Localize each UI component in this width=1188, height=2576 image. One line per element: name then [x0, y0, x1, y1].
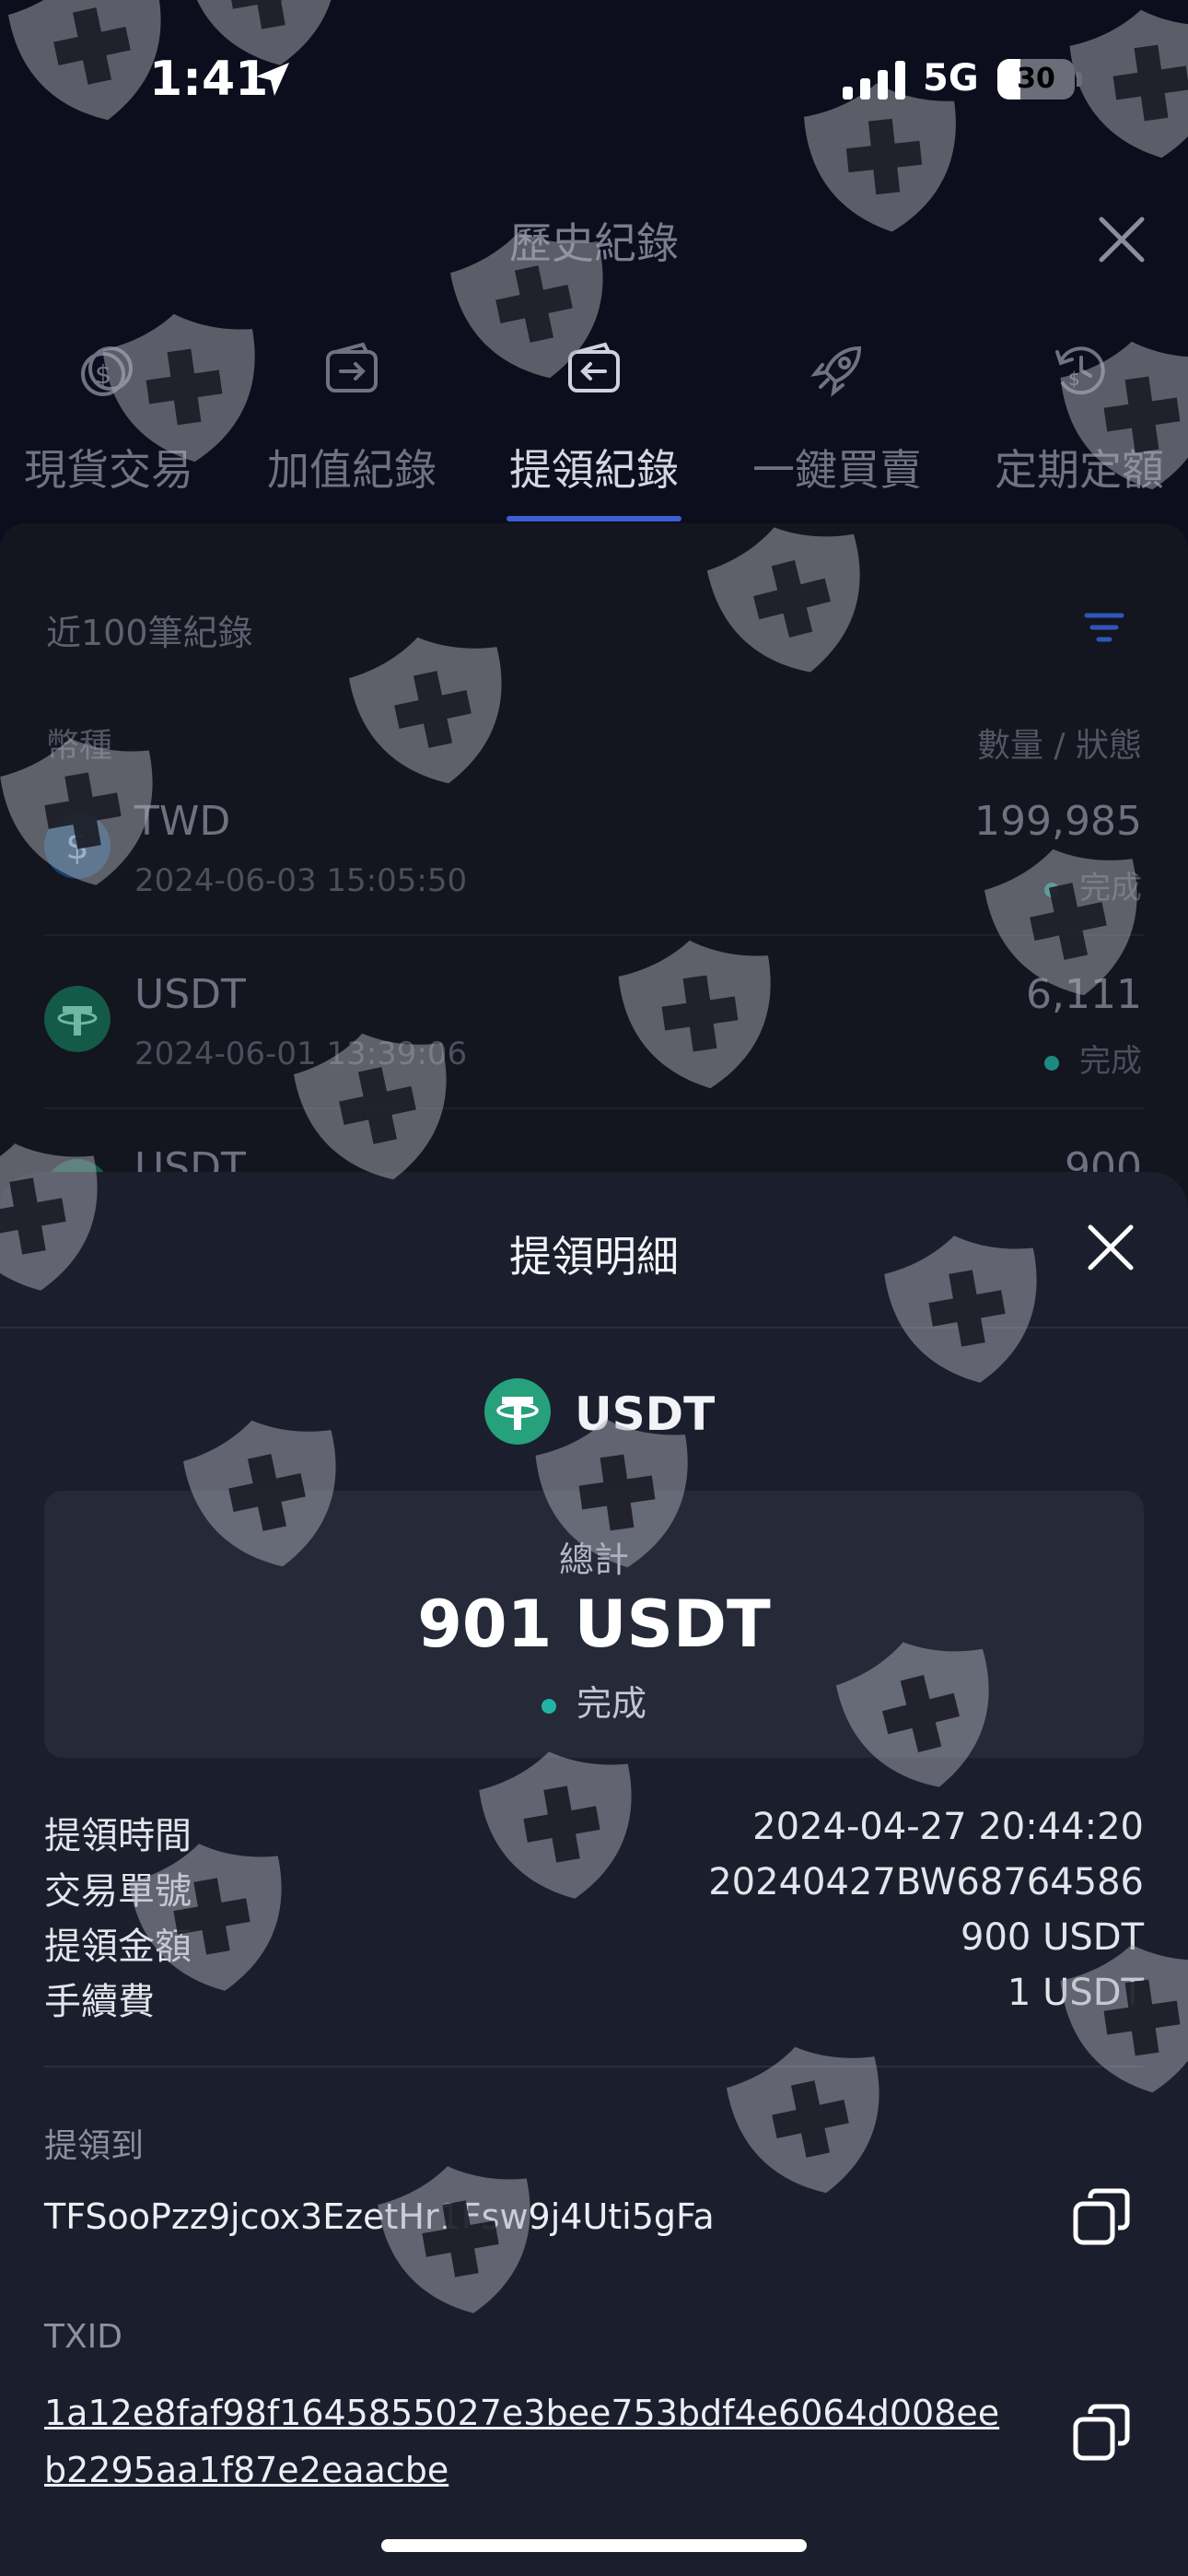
detail-row-fee: 手續費 1 USDT: [44, 1972, 1144, 2023]
record-amount: 6,111: [1026, 971, 1142, 1018]
coin-header: USDT: [0, 1375, 1188, 1448]
filter-icon[interactable]: [1083, 610, 1125, 645]
battery-icon: 30: [997, 59, 1082, 100]
copy-icon[interactable]: [1072, 2187, 1131, 2246]
tab-spot-trade[interactable]: $ 現貨交易: [0, 341, 219, 525]
detail-value: 20240427BW68764586: [708, 1861, 1144, 1903]
recurring-clock-icon: $: [1055, 346, 1105, 395]
list-item[interactable]: USDT 2024-06-01 13:39:06 6,111 完成: [0, 934, 1188, 1109]
usdt-coin-icon: [44, 986, 111, 1052]
twd-coin-icon: $: [44, 813, 111, 879]
column-header-amount-status: 數量 / 狀態: [976, 727, 1142, 765]
divider: [0, 1327, 1188, 1329]
coin-name: USDT: [575, 1388, 716, 1441]
txid-label: TXID: [44, 2318, 122, 2356]
record-currency: USDT: [134, 971, 246, 1018]
detail-label: 提領金額: [44, 1926, 192, 1968]
list-item[interactable]: $ TWD 2024-06-03 15:05:50 199,985 完成: [0, 761, 1188, 936]
withdraw-address: TFSooPzz9jcox3EzetHr1Fsw9j4Uti5gFa: [44, 2196, 715, 2237]
column-header-currency: 幣種: [46, 727, 113, 765]
detail-label: 手續費: [44, 1981, 155, 2023]
spot-trade-icon: $: [81, 346, 133, 396]
page-title: 歷史紀錄: [509, 218, 679, 268]
location-arrow-icon: [256, 63, 289, 96]
detail-value: 900 USDT: [961, 1916, 1144, 1959]
records-heading: 近100筆紀錄: [46, 613, 253, 653]
usdt-coin-icon: [484, 1378, 551, 1445]
tab-deposit-records[interactable]: 加值紀錄: [241, 341, 462, 525]
detail-value: 1 USDT: [1007, 1972, 1144, 2014]
tab-label: 提領紀錄: [509, 445, 679, 495]
tab-withdraw-records[interactable]: 提領紀錄: [483, 341, 705, 525]
record-currency: TWD: [134, 798, 231, 845]
rocket-icon: [810, 345, 862, 397]
total-card: 總計 901 USDT 完成: [44, 1491, 1144, 1758]
status-dot-icon: [541, 1698, 556, 1714]
network-type: 5G: [923, 57, 979, 100]
tab-label: 加值紀錄: [267, 445, 437, 495]
deposit-wallet-icon: [326, 342, 378, 392]
record-time: 2024-06-01 13:39:06: [134, 1036, 468, 1072]
status-bar: 1:41 5G 30: [0, 0, 1188, 157]
tab-label: 定期定額: [995, 445, 1164, 495]
tab-recurring-investment[interactable]: $ 定期定額: [969, 341, 1188, 525]
battery-percent: 30: [1017, 63, 1055, 95]
detail-label: 交易單號: [44, 1870, 192, 1913]
record-time: 2024-06-03 15:05:50: [134, 862, 468, 899]
txid-link[interactable]: 1a12e8faf98f1645855027e3bee753bdf4e6064d…: [44, 2384, 1020, 2499]
close-icon[interactable]: [1085, 1222, 1136, 1273]
close-icon[interactable]: [1096, 214, 1147, 265]
detail-row-withdraw-time: 提領時間 2024-04-27 20:44:20: [44, 1806, 1144, 1857]
active-tab-indicator: [507, 516, 681, 521]
detail-label: 提領時間: [44, 1815, 192, 1857]
total-label: 總計: [558, 1540, 629, 1580]
status-badge: 完成: [44, 1675, 1144, 1726]
divider: [44, 2066, 1144, 2067]
detail-value: 2024-04-27 20:44:20: [752, 1806, 1144, 1848]
svg-text:$: $: [65, 825, 88, 868]
total-value: 901 USDT: [417, 1587, 771, 1662]
record-status: 完成: [1044, 1036, 1142, 1081]
record-status: 完成: [1044, 862, 1142, 907]
withdraw-wallet-icon: [568, 342, 620, 392]
cellular-signal-icon: [843, 61, 905, 100]
home-indicator[interactable]: [381, 2539, 807, 2552]
tab-label: 現貨交易: [24, 445, 193, 495]
sheet-title: 提領明細: [509, 1232, 679, 1282]
withdrawal-detail-sheet: 提領明細 USDT 總計 901 USDT 完成 提領時間 2024-04-27…: [0, 1172, 1188, 2576]
record-amount: 199,985: [974, 798, 1142, 845]
status-text: 完成: [576, 1683, 646, 1724]
svg-text:$: $: [1068, 368, 1080, 390]
tab-label: 一鍵買賣: [752, 445, 922, 495]
tab-quick-trade[interactable]: 一鍵買賣: [727, 341, 948, 525]
address-label: 提領到: [44, 2127, 145, 2165]
detail-row-withdraw-amount: 提領金額 900 USDT: [44, 1916, 1144, 1968]
detail-row-order-number: 交易單號 20240427BW68764586: [44, 1861, 1144, 1913]
svg-text:$: $: [95, 359, 111, 390]
copy-icon[interactable]: [1072, 2403, 1131, 2462]
